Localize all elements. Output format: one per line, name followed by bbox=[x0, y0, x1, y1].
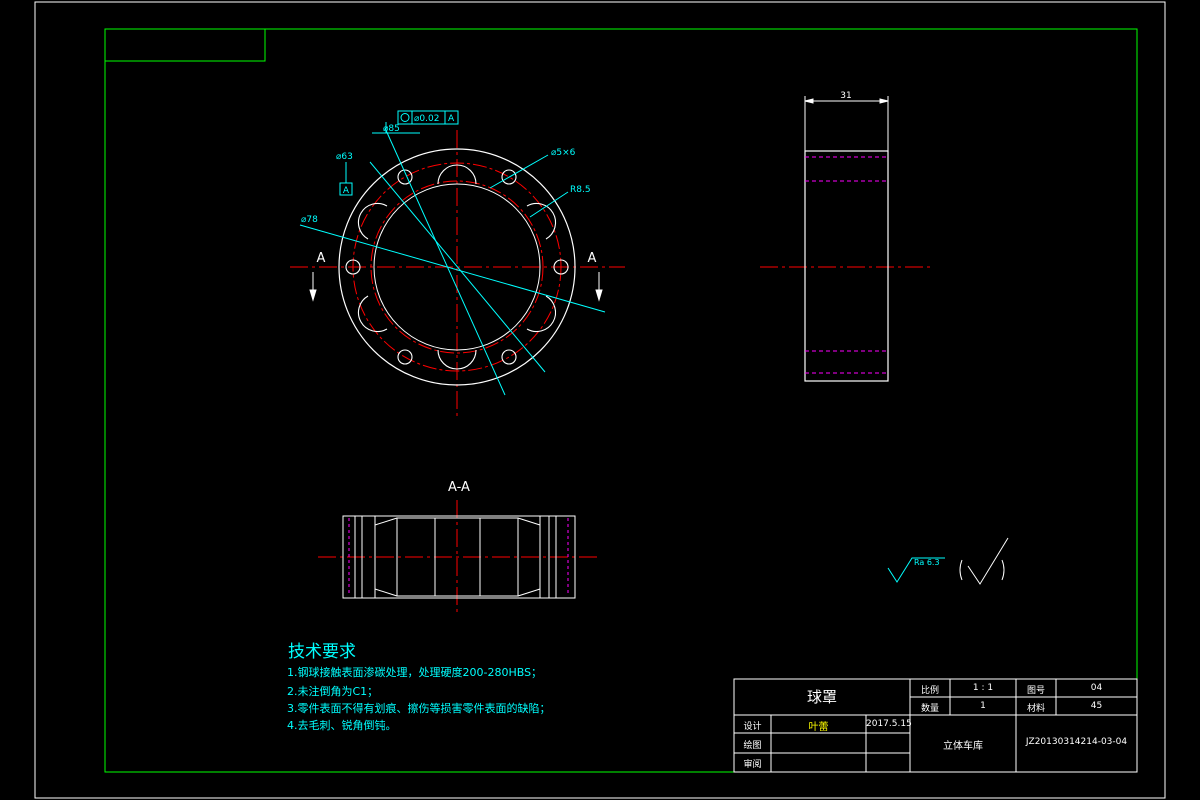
scale-label: 比例 bbox=[920, 686, 939, 696]
dim-phi63: ⌀63 bbox=[336, 152, 353, 162]
section-mark-left: A bbox=[317, 251, 326, 266]
quantity-label: 数量 bbox=[920, 704, 939, 714]
width-dimension bbox=[804, 96, 889, 151]
hidden-lines bbox=[805, 156, 888, 374]
review-label: 审阅 bbox=[743, 760, 762, 770]
scale-value: 1 : 1 bbox=[972, 683, 994, 693]
pocket-bottom-left bbox=[357, 295, 388, 333]
dim-radius: R8.5 bbox=[570, 185, 591, 195]
design-label: 设计 bbox=[743, 722, 762, 732]
part-name: 球罩 bbox=[806, 688, 837, 706]
tech-requirement-2: 2.未注倒角为C1； bbox=[287, 685, 379, 698]
tech-requirement-4: 4.去毛刺、锐角倒钝。 bbox=[287, 719, 397, 732]
tolerance-value: ⌀0.02 bbox=[414, 114, 439, 124]
dim-phi85: ⌀85 bbox=[383, 124, 400, 134]
drawing-frame bbox=[104, 28, 1138, 773]
tolerance-datum: A bbox=[448, 114, 455, 124]
section-title: A-A bbox=[448, 480, 470, 495]
pocket-top-left bbox=[357, 202, 388, 240]
design-date: 2017.5.15 bbox=[866, 719, 912, 729]
drawing-code: JZ20130314214-03-04 bbox=[1025, 737, 1128, 747]
side-view bbox=[760, 96, 932, 382]
designer-name: 叶蕾 bbox=[808, 722, 829, 733]
drawn-label: 绘图 bbox=[743, 741, 762, 751]
quantity-value: 1 bbox=[980, 701, 986, 711]
roughness-general-symbol bbox=[959, 537, 1009, 585]
datum-letter: A bbox=[343, 186, 350, 196]
project-name: 立体车库 bbox=[943, 741, 983, 752]
drawing-number-value: 04 bbox=[1090, 683, 1103, 693]
section-view bbox=[318, 500, 598, 615]
material-label: 材料 bbox=[1026, 704, 1045, 714]
dim-phi78: ⌀78 bbox=[301, 215, 318, 225]
pocket-bottom-right bbox=[526, 295, 557, 333]
tech-requirement-3: 3.零件表面不得有划痕、擦伤等损害零件表面的缺陷； bbox=[287, 702, 551, 715]
dim-hole: ⌀5×6 bbox=[551, 148, 576, 158]
tech-requirements-heading: 技术要求 bbox=[288, 642, 356, 662]
drawing-number-label: 图号 bbox=[1026, 686, 1045, 696]
roughness-value: Ra 6.3 bbox=[914, 558, 940, 567]
section-mark-right: A bbox=[588, 251, 597, 266]
dim-width: 31 bbox=[840, 91, 851, 101]
tech-requirement-1: 1.钢球接触表面渗碳处理，处理硬度200-280HBS； bbox=[287, 666, 543, 679]
side-outline bbox=[804, 150, 889, 382]
reversed-title-box bbox=[104, 28, 266, 62]
pocket-top-right bbox=[526, 202, 557, 240]
cad-drawing-canvas: A-A A A A ⌀0.02 A ⌀85 ⌀63 ⌀78 ⌀5×6 R8.5 … bbox=[34, 1, 1166, 799]
material-value: 45 bbox=[1090, 701, 1103, 711]
